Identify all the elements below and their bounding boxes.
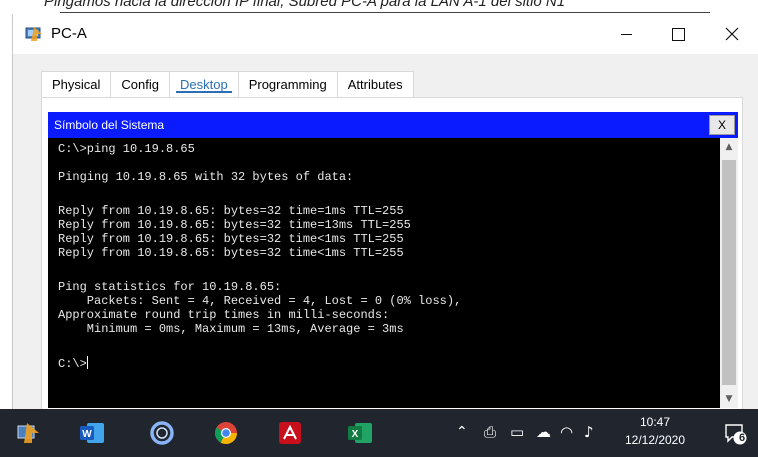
wifi-icon[interactable]: ◠ <box>560 423 573 441</box>
console-line: Reply from 10.19.8.65: bytes=32 time<1ms… <box>58 246 404 260</box>
tab-programming[interactable]: Programming <box>237 71 338 97</box>
action-center-button[interactable]: 6 <box>718 415 752 451</box>
onedrive-cloud-icon[interactable]: ☁ <box>536 423 551 441</box>
chrome-icon <box>215 422 237 444</box>
console-output[interactable]: C:\>ping 10.19.8.65 Pinging 10.19.8.65 w… <box>48 138 720 408</box>
taskbar-chrome[interactable] <box>208 415 244 451</box>
cortana-ring-icon <box>150 421 174 445</box>
pc-a-window: PC-A Physical Config Desktop Programming… <box>12 14 758 411</box>
clock-date: 12/12/2020 <box>624 433 686 447</box>
minimize-icon <box>620 33 632 35</box>
console-line: Pinging 10.19.8.65 with 32 bytes of data… <box>58 170 354 184</box>
svg-text:X: X <box>352 429 359 440</box>
scrollbar-thumb[interactable] <box>722 160 736 385</box>
console-scrollbar[interactable]: ▲ ▼ <box>720 138 738 408</box>
tab-strip: Physical Config Desktop Programming Attr… <box>41 71 414 97</box>
window-titlebar[interactable]: PC-A <box>13 14 758 54</box>
tablet-mode-icon[interactable]: ⎙ <box>484 423 496 441</box>
taskbar: W X ⌃ ⎙ ▭ ☁ ◠ ♪ 10:47 12/12/2020 6 <box>0 409 758 457</box>
taskbar-clock[interactable]: 10:47 12/12/2020 <box>610 413 700 449</box>
console-line: Reply from 10.19.8.65: bytes=32 time<1ms… <box>58 232 404 246</box>
word-icon: W <box>80 423 104 443</box>
maximize-button[interactable] <box>655 14 701 54</box>
text-cursor <box>86 356 88 369</box>
clock-time: 10:47 <box>639 415 671 429</box>
console-line: C:\>ping 10.19.8.65 <box>58 142 195 156</box>
console-prompt-line[interactable]: C:\> <box>58 356 88 371</box>
close-button[interactable] <box>709 14 755 54</box>
console-line: Reply from 10.19.8.65: bytes=32 time=13m… <box>58 218 411 232</box>
excel-icon: X <box>348 423 372 443</box>
packet-tracer-icon <box>17 423 39 443</box>
document-underline <box>60 12 710 13</box>
console-line: Packets: Sent = 4, Received = 4, Lost = … <box>58 294 462 308</box>
console-line: Reply from 10.19.8.65: bytes=32 time=1ms… <box>58 204 404 218</box>
console-line: Minimum = 0ms, Maximum = 13ms, Average =… <box>58 322 404 336</box>
packet-tracer-pc-icon <box>25 27 42 41</box>
tab-desktop[interactable]: Desktop <box>169 71 239 97</box>
window-title: PC-A <box>51 25 87 42</box>
notification-count: 6 <box>739 432 746 444</box>
close-icon <box>725 27 739 41</box>
command-prompt-window: Símbolo del Sistema X C:\>ping 10.19.8.6… <box>48 112 738 408</box>
tab-area: Physical Config Desktop Programming Attr… <box>13 54 758 411</box>
desktop-panel: Símbolo del Sistema X C:\>ping 10.19.8.6… <box>41 97 743 411</box>
tab-config[interactable]: Config <box>110 71 170 97</box>
taskbar-acrobat[interactable] <box>272 415 308 451</box>
taskbar-cortana[interactable] <box>144 415 180 451</box>
console-line: Approximate round trip times in milli-se… <box>58 308 390 322</box>
command-prompt-title: Símbolo del Sistema <box>54 118 165 132</box>
taskbar-packet-tracer[interactable] <box>10 415 46 451</box>
volume-icon[interactable]: ♪ <box>584 423 594 441</box>
command-prompt-titlebar: Símbolo del Sistema X <box>48 112 738 138</box>
document-caption: Pingamos hacia la dirección IP final, Su… <box>44 0 566 10</box>
acrobat-icon <box>279 422 301 444</box>
battery-icon[interactable]: ▭ <box>510 423 524 441</box>
taskbar-excel[interactable]: X <box>342 415 378 451</box>
command-prompt-close-button[interactable]: X <box>709 115 735 135</box>
document-caption-strip: Pingamos hacia la dirección IP final, Su… <box>0 0 758 14</box>
show-hidden-icons-chevron-icon[interactable]: ⌃ <box>456 424 468 440</box>
console-prompt: C:\> <box>58 357 87 371</box>
taskbar-word[interactable]: W <box>74 415 110 451</box>
tab-physical[interactable]: Physical <box>41 71 112 97</box>
scroll-up-icon[interactable]: ▲ <box>720 138 738 156</box>
maximize-icon <box>671 27 685 41</box>
scroll-down-icon[interactable]: ▼ <box>720 390 738 408</box>
tab-attributes[interactable]: Attributes <box>336 71 414 97</box>
console-line: Ping statistics for 10.19.8.65: <box>58 280 282 294</box>
svg-text:W: W <box>82 429 92 440</box>
minimize-button[interactable] <box>603 14 649 54</box>
